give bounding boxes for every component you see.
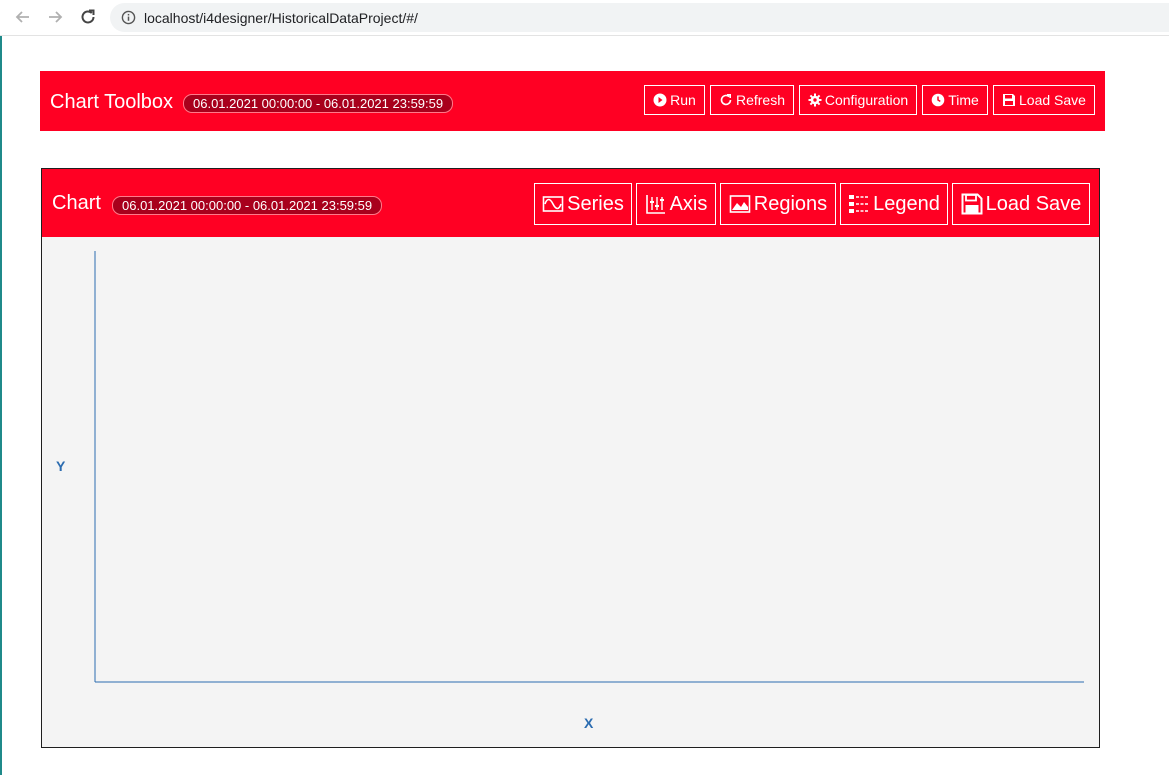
arrow-right-icon: [49, 11, 63, 23]
time-button-label: Time: [948, 92, 979, 108]
sine-wave-icon: [542, 196, 564, 212]
refresh-button[interactable]: Refresh: [710, 85, 794, 115]
y-axis-label: Y: [56, 458, 66, 474]
chart-load-save-button[interactable]: Load Save: [952, 183, 1090, 225]
play-circle-icon: [653, 93, 667, 107]
floppy-disk-icon: [1003, 94, 1016, 106]
left-edge-rule: [0, 36, 2, 775]
axis-button-label: Axis: [669, 192, 708, 215]
legend-button[interactable]: Legend: [840, 183, 948, 225]
reload-icon: [81, 9, 95, 24]
regions-button-label: Regions: [753, 192, 828, 215]
regions-button[interactable]: Regions: [720, 183, 836, 225]
series-button[interactable]: Series: [534, 183, 632, 225]
address-bar[interactable]: localhost/i4designer/HistoricalDataProje…: [110, 3, 1169, 32]
address-url[interactable]: localhost/i4designer/HistoricalDataProje…: [144, 10, 418, 26]
toolbox-date-range-badge: 06.01.2021 00:00:00 - 06.01.2021 23:59:5…: [183, 94, 454, 113]
chart-title: Chart: [52, 192, 101, 214]
forward-button[interactable]: [44, 6, 66, 28]
configuration-button[interactable]: Configuration: [799, 85, 917, 115]
chart-date-range-badge: 06.01.2021 00:00:00 - 06.01.2021 23:59:5…: [112, 196, 383, 215]
toolbox-load-save-label: Load Save: [1019, 92, 1086, 108]
clock-icon: [931, 93, 945, 107]
back-button[interactable]: [12, 6, 34, 28]
reload-button[interactable]: [77, 6, 99, 28]
refresh-icon: [720, 94, 732, 106]
chart-header: Chart 06.01.2021 00:00:00 - 06.01.2021 2…: [42, 169, 1099, 237]
axis-button[interactable]: Axis: [636, 183, 716, 225]
run-button[interactable]: Run: [644, 85, 705, 115]
area-chart-icon: [729, 195, 751, 213]
arrow-left-icon: [15, 11, 29, 23]
refresh-button-label: Refresh: [735, 92, 786, 108]
list-icon: [849, 195, 870, 213]
axis-sliders-icon: [645, 195, 665, 214]
chart-toolbox-bar: Chart Toolbox 06.01.2021 00:00:00 - 06.0…: [40, 71, 1105, 131]
info-icon[interactable]: [120, 10, 136, 26]
plot-area[interactable]: [42, 237, 1099, 747]
chart-panel: Chart 06.01.2021 00:00:00 - 06.01.2021 2…: [41, 168, 1100, 748]
gear-icon: [808, 93, 822, 107]
toolbox-title: Chart Toolbox: [50, 91, 174, 113]
chart-load-save-label: Load Save: [985, 192, 1082, 215]
browser-toolbar: localhost/i4designer/HistoricalDataProje…: [0, 0, 1169, 36]
x-axis-label: X: [584, 715, 594, 731]
legend-button-label: Legend: [873, 192, 940, 215]
configuration-button-label: Configuration: [824, 92, 909, 108]
run-button-label: Run: [670, 92, 696, 108]
series-button-label: Series: [567, 192, 624, 215]
time-button[interactable]: Time: [922, 85, 988, 115]
toolbox-load-save-button[interactable]: Load Save: [993, 85, 1095, 115]
floppy-disk-icon: [961, 193, 983, 215]
